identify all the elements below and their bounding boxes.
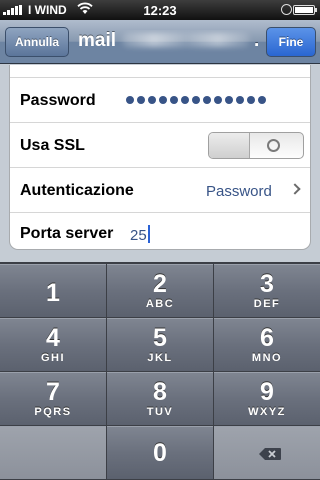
key-letters: WXYZ [248,406,286,418]
password-field[interactable] [126,96,266,104]
key-letters: GHI [40,352,66,364]
password-dot [236,96,244,104]
chevron-right-icon [289,183,301,195]
numeric-keypad: 1 2 ABC 3 DEF 4 GHI 5 JKL 6 MNO 7 PQRS 8 TUV 9 WXYZ 0 [0,262,320,480]
password-label: Password [20,92,96,109]
password-dot [170,96,178,104]
password-dot [258,96,266,104]
key-digit: 0 [153,439,167,467]
password-dot [159,96,167,104]
key-digit: 5 [153,324,167,352]
key-digit: 7 [46,378,60,406]
key-letters: ABC [145,298,175,310]
password-dot [126,96,134,104]
key-0[interactable]: 0 [107,426,213,479]
settings-group: Password Usa SSL Autenticazione Password… [9,65,311,250]
password-dot [148,96,156,104]
key-digit: 8 [153,378,167,406]
password-dot [137,96,145,104]
port-row: Porta server 25 [10,213,310,251]
key-letters: JKL [147,352,173,364]
backspace-icon [259,448,281,460]
key-8[interactable]: 8 TUV [107,372,213,425]
status-time: 12:23 [143,3,177,18]
text-cursor [147,225,150,243]
password-dot [214,96,222,104]
key-letters: TUV [146,406,174,418]
key-letters: PQRS [34,406,72,418]
page-title: mail... [78,30,258,54]
title-text: mail [78,30,117,51]
port-field[interactable]: 25 [130,225,150,244]
toggle-knob [209,133,250,158]
key-9[interactable]: 9 WXYZ [214,372,320,425]
delete-key[interactable] [214,426,320,479]
navigation-bar: Annulla mail... Fine [0,20,320,64]
key-letters: MNO [251,352,283,364]
port-value: 25 [130,227,147,244]
key-digit: 3 [260,270,274,298]
key-6[interactable]: 6 MNO [214,318,320,371]
key-5[interactable]: 5 JKL [107,318,213,371]
key-letters: DEF [253,298,281,310]
auth-row[interactable]: Autenticazione Password [10,168,310,213]
password-row[interactable]: Password [10,78,310,123]
key-7[interactable]: 7 PQRS [0,372,106,425]
key-3[interactable]: 3 DEF [214,264,320,317]
password-dot [203,96,211,104]
redacted-text [122,33,251,47]
ssl-row: Usa SSL [10,123,310,168]
password-dot [192,96,200,104]
password-dot [225,96,233,104]
key-digit: 9 [260,378,274,406]
ssl-toggle[interactable] [208,132,304,159]
key-digit: 1 [46,279,60,307]
settings-row-hidden[interactable] [10,65,310,78]
port-label: Porta server [20,225,114,242]
ssl-label: Usa SSL [20,137,85,154]
key-digit: 6 [260,324,274,352]
auth-label: Autenticazione [20,182,134,199]
toggle-off-icon [267,139,280,152]
key-4[interactable]: 4 GHI [0,318,106,371]
password-dot [247,96,255,104]
rotation-lock-icon [281,4,292,15]
cancel-button[interactable]: Annulla [5,27,69,57]
battery-level [295,7,313,13]
key-digit: 2 [153,270,167,298]
password-dot [181,96,189,104]
battery-icon [293,5,317,15]
done-button[interactable]: Fine [266,27,316,57]
key-digit: 4 [46,324,60,352]
auth-value: Password [206,183,272,200]
key-1[interactable]: 1 [0,264,106,317]
keypad-blank-key [0,426,106,479]
title-ellipsis: ... [254,30,258,51]
status-bar: I WIND 12:23 [0,0,320,20]
settings-area: Password Usa SSL Autenticazione Password… [0,65,320,260]
key-2[interactable]: 2 ABC [107,264,213,317]
